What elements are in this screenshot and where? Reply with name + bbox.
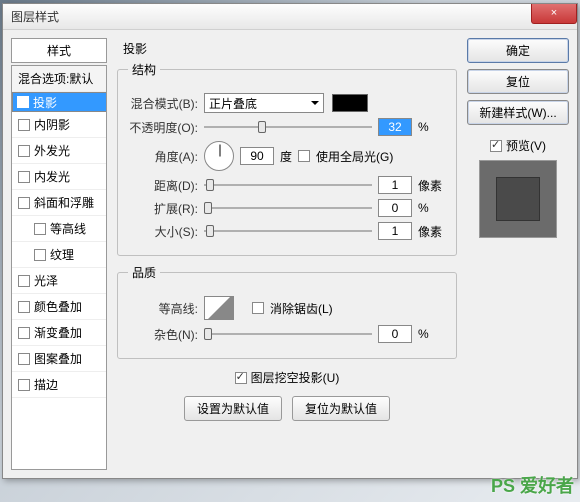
- structure-legend: 结构: [128, 61, 160, 78]
- preview-thumbnail: [479, 160, 557, 238]
- spread-input[interactable]: 0: [378, 199, 412, 217]
- style-item-texture[interactable]: 纹理: [12, 242, 106, 268]
- style-item-inner-glow[interactable]: 内发光: [12, 164, 106, 190]
- checkbox-icon[interactable]: [18, 119, 30, 131]
- color-swatch[interactable]: [332, 94, 368, 112]
- distance-slider[interactable]: [204, 177, 372, 193]
- options-panel: 投影 结构 混合模式(B): 正片叠底 不透明度(O): 32 % 角度(A):: [113, 38, 461, 470]
- checkbox-icon[interactable]: [18, 379, 30, 391]
- style-item-color-overlay[interactable]: 颜色叠加: [12, 294, 106, 320]
- checkbox-icon[interactable]: [18, 353, 30, 365]
- angle-dial[interactable]: [204, 141, 234, 171]
- spread-label: 扩展(R):: [128, 200, 198, 217]
- cancel-button[interactable]: 复位: [467, 69, 569, 94]
- section-title: 投影: [123, 40, 457, 57]
- noise-unit: %: [418, 327, 446, 341]
- noise-label: 杂色(N):: [128, 326, 198, 343]
- checkbox-icon[interactable]: [18, 327, 30, 339]
- preview-checkbox[interactable]: [490, 140, 502, 152]
- contour-label: 等高线:: [128, 300, 198, 317]
- new-style-button[interactable]: 新建样式(W)...: [467, 100, 569, 125]
- opacity-slider[interactable]: [204, 119, 372, 135]
- reset-default-button[interactable]: 复位为默认值: [292, 396, 390, 421]
- anti-alias-label: 消除锯齿(L): [270, 300, 333, 317]
- checkbox-icon[interactable]: [18, 301, 30, 313]
- style-item-drop-shadow[interactable]: 投影: [12, 92, 107, 112]
- noise-input[interactable]: 0: [378, 325, 412, 343]
- distance-label: 距离(D):: [128, 177, 198, 194]
- checkbox-icon[interactable]: [34, 249, 46, 261]
- noise-slider[interactable]: [204, 326, 372, 342]
- style-item-pattern-overlay[interactable]: 图案叠加: [12, 346, 106, 372]
- set-default-button[interactable]: 设置为默认值: [184, 396, 282, 421]
- distance-unit: 像素: [418, 177, 446, 194]
- layer-style-dialog: 图层样式 × 样式 混合选项:默认 投影 内阴影 外发光 内发光 斜面和浮雕 等…: [2, 3, 578, 479]
- size-input[interactable]: 1: [378, 222, 412, 240]
- angle-input[interactable]: 90: [240, 147, 274, 165]
- global-light-checkbox[interactable]: [298, 150, 310, 162]
- checkbox-icon[interactable]: [18, 197, 30, 209]
- opacity-input[interactable]: 32: [378, 118, 412, 136]
- preview-area: 预览(V): [467, 137, 569, 238]
- style-list: 混合选项:默认 投影 内阴影 外发光 内发光 斜面和浮雕 等高线 纹理 光泽 颜…: [11, 65, 107, 470]
- watermark-brand: PS 爱好者: [491, 472, 574, 498]
- knockout-label: 图层挖空投影(U): [251, 369, 340, 386]
- blend-mode-select[interactable]: 正片叠底: [204, 93, 324, 113]
- opacity-label: 不透明度(O):: [128, 119, 198, 136]
- right-buttons: 确定 复位 新建样式(W)... 预览(V): [467, 38, 569, 470]
- quality-legend: 品质: [128, 264, 160, 281]
- structure-group: 结构 混合模式(B): 正片叠底 不透明度(O): 32 % 角度(A): 90…: [117, 61, 457, 256]
- style-item-bevel[interactable]: 斜面和浮雕: [12, 190, 106, 216]
- size-slider[interactable]: [204, 223, 372, 239]
- size-label: 大小(S):: [128, 223, 198, 240]
- style-item-stroke[interactable]: 描边: [12, 372, 106, 398]
- checkbox-icon[interactable]: [17, 96, 29, 108]
- spread-slider[interactable]: [204, 200, 372, 216]
- opacity-unit: %: [418, 120, 446, 134]
- titlebar[interactable]: 图层样式 ×: [3, 4, 577, 30]
- style-item-contour[interactable]: 等高线: [12, 216, 106, 242]
- style-item-satin[interactable]: 光泽: [12, 268, 106, 294]
- contour-picker[interactable]: [204, 296, 234, 320]
- checkbox-icon[interactable]: [18, 171, 30, 183]
- distance-input[interactable]: 1: [378, 176, 412, 194]
- style-item-outer-glow[interactable]: 外发光: [12, 138, 106, 164]
- quality-group: 品质 等高线: 消除锯齿(L) 杂色(N): 0 %: [117, 264, 457, 359]
- global-light-label: 使用全局光(G): [316, 148, 393, 165]
- style-item-gradient-overlay[interactable]: 渐变叠加: [12, 320, 106, 346]
- angle-unit: 度: [280, 148, 292, 165]
- ok-button[interactable]: 确定: [467, 38, 569, 63]
- blending-options-header[interactable]: 混合选项:默认: [12, 66, 106, 92]
- size-unit: 像素: [418, 223, 446, 240]
- dialog-title: 图层样式: [11, 8, 59, 25]
- anti-alias-checkbox[interactable]: [252, 302, 264, 314]
- angle-label: 角度(A):: [128, 148, 198, 165]
- knockout-checkbox[interactable]: [235, 372, 247, 384]
- preview-label: 预览(V): [506, 137, 546, 154]
- styles-sidebar: 样式 混合选项:默认 投影 内阴影 外发光 内发光 斜面和浮雕 等高线 纹理 光…: [11, 38, 107, 470]
- checkbox-icon[interactable]: [18, 275, 30, 287]
- checkbox-icon[interactable]: [34, 223, 46, 235]
- blend-mode-label: 混合模式(B):: [128, 95, 198, 112]
- spread-unit: %: [418, 201, 446, 215]
- styles-header[interactable]: 样式: [11, 38, 107, 63]
- checkbox-icon[interactable]: [18, 145, 30, 157]
- close-button[interactable]: ×: [531, 4, 577, 24]
- style-item-inner-shadow[interactable]: 内阴影: [12, 112, 106, 138]
